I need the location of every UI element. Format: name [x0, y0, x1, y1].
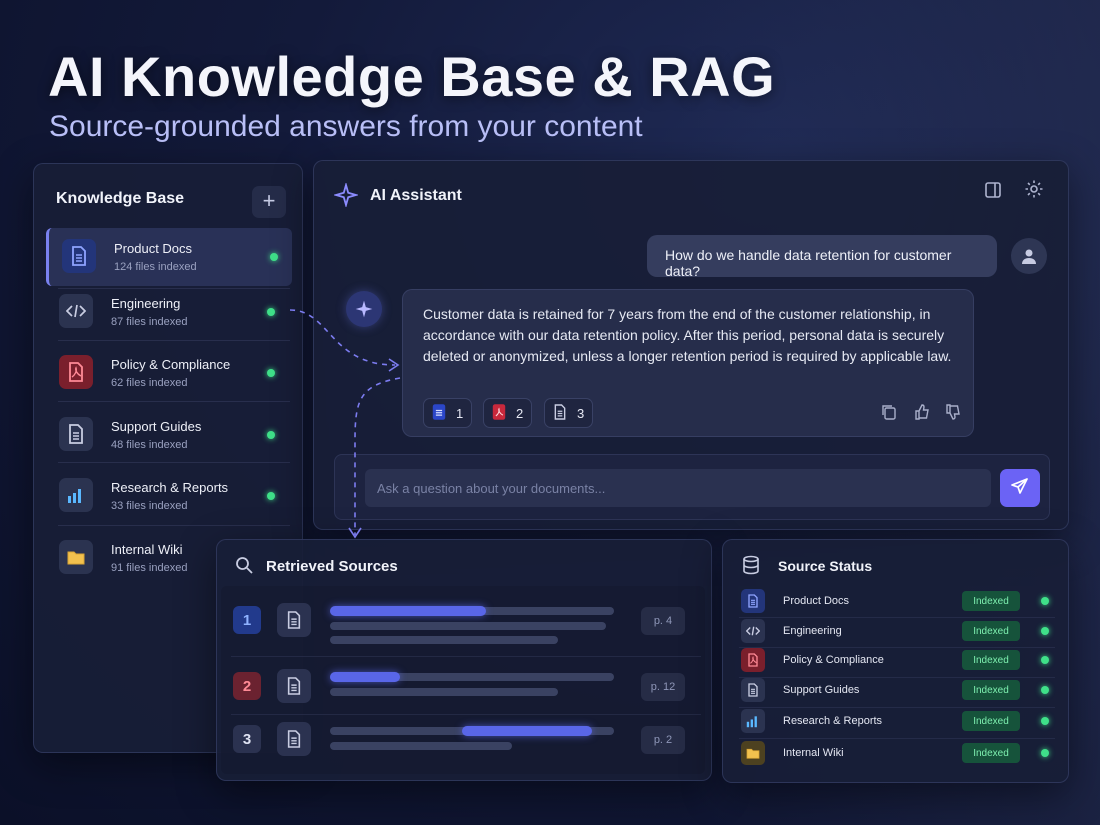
connector-arrows	[289, 309, 401, 539]
